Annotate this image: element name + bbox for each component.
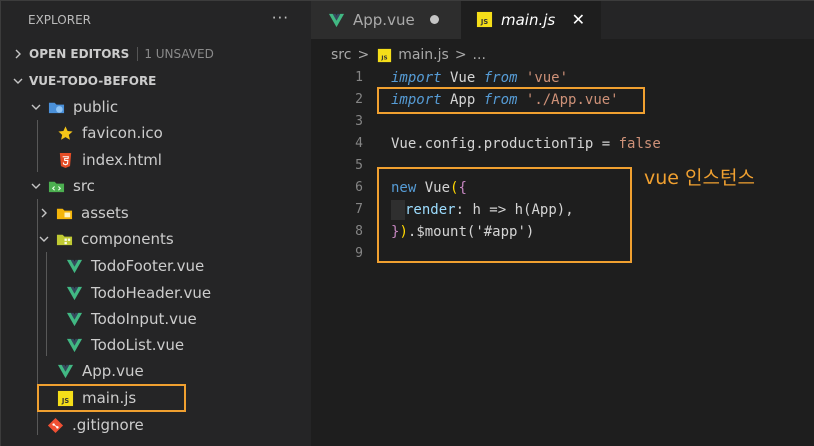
breadcrumb-separator: > xyxy=(357,47,370,63)
line-number: 4 xyxy=(355,136,363,151)
more-actions-icon[interactable]: ··· xyxy=(272,9,289,27)
tree-label: favicon.ico xyxy=(82,124,163,142)
open-editors-section[interactable]: OPEN EDITORS 1 UNSAVED xyxy=(1,41,311,67)
chevron-down-icon xyxy=(29,179,43,193)
project-section[interactable]: VUE-TODO-BEFORE xyxy=(1,68,311,94)
line-number: 6 xyxy=(355,180,363,195)
folder-public-icon xyxy=(47,98,65,116)
tree-label: TodoFooter.vue xyxy=(91,257,205,275)
vue-icon xyxy=(65,284,83,302)
folder-components-icon xyxy=(55,230,73,248)
tree-file-todo-header[interactable]: TodoHeader.vue xyxy=(1,280,311,306)
folder-assets-icon xyxy=(55,204,73,222)
tree-label: TodoHeader.vue xyxy=(91,284,212,302)
explorer-sidebar: EXPLORER ··· OPEN EDITORS 1 UNSAVED VUE-… xyxy=(1,1,311,446)
html5-icon xyxy=(56,151,74,169)
tab-app-vue[interactable]: App.vue xyxy=(311,1,461,39)
tree-file-todo-input[interactable]: TodoInput.vue xyxy=(1,306,311,332)
chevron-down-icon xyxy=(29,100,43,114)
tree-label: TodoInput.vue xyxy=(91,310,197,328)
chevron-down-icon xyxy=(37,232,51,246)
tree-label: components xyxy=(81,230,174,248)
tree-label: .gitignore xyxy=(72,416,144,434)
highlight-box-vue-instance xyxy=(377,167,632,263)
window-frame: EXPLORER ··· OPEN EDITORS 1 UNSAVED VUE-… xyxy=(0,0,814,446)
unsaved-dot-icon[interactable] xyxy=(430,15,439,24)
tab-bar: App.vue JS main.js ✕ xyxy=(311,1,814,39)
annotation-label: vue 인스턴스 xyxy=(644,167,755,189)
highlight-box-main-js xyxy=(37,384,186,412)
javascript-icon: JS xyxy=(475,11,493,29)
tree-label: TodoList.vue xyxy=(91,336,185,354)
tree-file-favicon[interactable]: favicon.ico xyxy=(1,120,311,146)
tree-label: App.vue xyxy=(82,362,144,380)
tree-file-todo-footer[interactable]: TodoFooter.vue xyxy=(1,253,311,279)
vue-icon xyxy=(65,310,83,328)
js-icon-text: JS xyxy=(479,18,487,26)
editor-pane: App.vue JS main.js ✕ src > JS main.js > … xyxy=(311,1,814,446)
breadcrumb-separator: > xyxy=(454,47,467,63)
close-icon[interactable]: ✕ xyxy=(572,10,585,29)
highlight-box-import-app xyxy=(377,87,645,114)
tree-file-todo-list[interactable]: TodoList.vue xyxy=(1,332,311,358)
vue-icon xyxy=(65,336,83,354)
line-number: 1 xyxy=(355,70,363,85)
tree-label: src xyxy=(73,177,95,195)
project-label: VUE-TODO-BEFORE xyxy=(29,74,157,88)
breadcrumb-file[interactable]: main.js xyxy=(398,47,449,63)
git-icon xyxy=(46,416,64,434)
tree-file-gitignore[interactable]: .gitignore xyxy=(1,412,311,438)
explorer-title: EXPLORER xyxy=(28,13,91,27)
tree-file-app-vue[interactable]: App.vue xyxy=(1,358,311,384)
code-line-4: Vue.config.productionTip = false xyxy=(391,136,661,152)
vue-icon xyxy=(56,362,74,380)
star-icon xyxy=(56,124,74,142)
breadcrumb-folder[interactable]: src xyxy=(331,47,351,63)
line-number: 2 xyxy=(355,92,363,107)
open-editors-label: OPEN EDITORS xyxy=(29,47,130,61)
tree-folder-components[interactable]: components xyxy=(1,226,311,252)
tab-label: main.js xyxy=(501,10,556,29)
chevron-right-icon xyxy=(11,47,25,61)
line-number: 5 xyxy=(355,158,363,173)
chevron-right-icon xyxy=(37,206,51,220)
explorer-header: EXPLORER xyxy=(1,1,311,39)
chevron-down-icon xyxy=(11,74,25,88)
javascript-icon: JS xyxy=(375,46,393,64)
svg-text:JS: JS xyxy=(380,55,387,61)
tab-label: App.vue xyxy=(353,11,415,29)
tree-folder-public[interactable]: public xyxy=(1,94,311,120)
tree-label: public xyxy=(73,98,119,116)
tree-label: assets xyxy=(81,204,129,222)
vue-icon xyxy=(327,11,345,29)
line-number: 9 xyxy=(355,246,363,261)
tree-folder-src[interactable]: src xyxy=(1,173,311,199)
folder-src-icon xyxy=(47,177,65,195)
line-number: 3 xyxy=(355,114,363,129)
tree-label: index.html xyxy=(82,151,162,169)
breadcrumb-symbol[interactable]: ... xyxy=(473,47,486,63)
tree-folder-assets[interactable]: assets xyxy=(1,200,311,226)
code-line-1: import Vue from 'vue' xyxy=(391,70,569,86)
tab-main-js[interactable]: JS main.js ✕ xyxy=(461,1,601,39)
line-number: 8 xyxy=(355,224,363,239)
tree-file-index-html[interactable]: index.html xyxy=(1,147,311,173)
line-number: 7 xyxy=(355,202,363,217)
breadcrumb: src > JS main.js > ... xyxy=(331,45,486,65)
unsaved-badge: 1 UNSAVED xyxy=(137,47,214,61)
vue-icon xyxy=(65,257,83,275)
